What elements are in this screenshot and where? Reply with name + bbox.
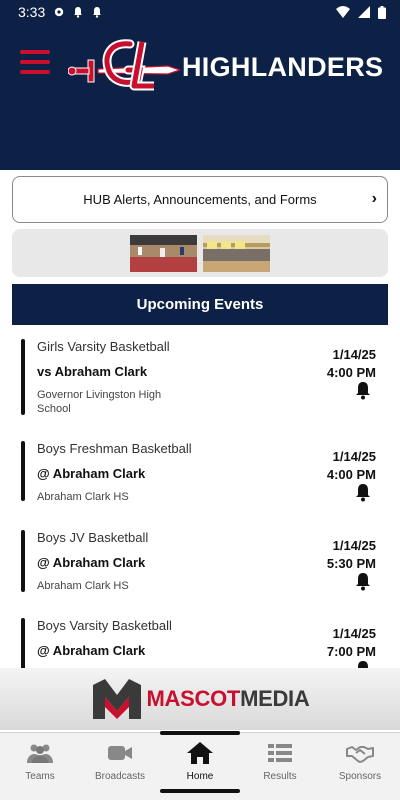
- event-sport: Boys Varsity Basketball: [37, 618, 172, 633]
- event-accent-bar: [21, 339, 25, 415]
- event-location: Governor Livingston High School: [37, 389, 162, 415]
- bell-alert-icon[interactable]: [354, 381, 372, 400]
- event-card[interactable]: Boys Freshman Basketball @ Abraham Clark…: [0, 427, 400, 517]
- bell-alert-icon[interactable]: [354, 572, 372, 591]
- sponsor-name: MASCOTMEDIA: [147, 686, 310, 712]
- notification-bell-icon: [74, 7, 83, 18]
- events-list: Girls Varsity Basketball vs Abraham Clar…: [0, 325, 400, 668]
- sponsor-name-part1: MASCOT: [146, 686, 241, 711]
- sponsor-banner[interactable]: MASCOTMEDIA: [0, 668, 400, 730]
- gesture-handle[interactable]: [160, 789, 240, 793]
- gym-photo-thumbnail[interactable]: [130, 235, 197, 272]
- event-date: 1/14/25: [332, 626, 376, 641]
- nav-sponsors[interactable]: Sponsors: [320, 733, 400, 786]
- event-card[interactable]: Boys JV Basketball @ Abraham Clark Abrah…: [0, 516, 400, 606]
- event-opponent: @ Abraham Clark: [37, 643, 146, 658]
- event-date: 1/14/25: [332, 347, 376, 362]
- hub-alerts-button[interactable]: HUB Alerts, Announcements, and Forms ›: [12, 176, 388, 223]
- nav-label: Sponsors: [338, 771, 382, 782]
- bell-alert-icon[interactable]: [354, 660, 372, 668]
- results-list-icon: [268, 744, 292, 762]
- event-time: 4:00 PM: [326, 467, 376, 482]
- app-title: HIGHLANDERS: [182, 52, 384, 82]
- nav-label: Broadcasts: [94, 771, 146, 782]
- app-header: HIGHLANDERS: [0, 24, 400, 170]
- active-tab-indicator: [160, 731, 240, 735]
- upcoming-events-header: Upcoming Events: [12, 284, 388, 325]
- bell-alert-icon[interactable]: [354, 483, 372, 502]
- settings-gear-icon: [55, 7, 64, 17]
- wifi-icon: [336, 6, 350, 18]
- status-time: 3:33: [18, 4, 46, 20]
- event-accent-bar: [21, 530, 25, 592]
- status-right-icons: [336, 5, 386, 19]
- status-bar: 3:33: [0, 0, 400, 24]
- event-opponent: @ Abraham Clark: [37, 466, 146, 481]
- notification-bell-icon: [93, 7, 102, 18]
- photo-carousel: [12, 229, 388, 277]
- event-time: 5:30 PM: [326, 556, 376, 571]
- nav-label: Home: [186, 771, 214, 782]
- video-camera-icon: [108, 746, 132, 760]
- app-screen: 3:33 HIGHLANDERS HUB Alerts, Announcemen…: [0, 0, 400, 800]
- highlanders-sword-logo: [68, 39, 180, 91]
- event-sport: Boys JV Basketball: [37, 530, 149, 545]
- event-accent-bar: [21, 618, 25, 668]
- event-opponent: @ Abraham Clark: [37, 555, 146, 570]
- nav-teams[interactable]: Teams: [0, 733, 80, 786]
- system-gesture-bar: [0, 786, 400, 800]
- nav-broadcasts[interactable]: Broadcasts: [80, 733, 160, 786]
- event-time: 4:00 PM: [326, 365, 376, 380]
- handshake-icon: [346, 746, 374, 763]
- event-accent-bar: [21, 441, 25, 501]
- upcoming-events-title: Upcoming Events: [136, 296, 264, 313]
- gym-photo-thumbnail[interactable]: [203, 235, 270, 272]
- event-sport: Girls Varsity Basketball: [37, 339, 170, 354]
- battery-icon: [378, 5, 386, 19]
- event-time: 7:00 PM: [326, 644, 376, 659]
- event-location: Abraham Clark HS: [37, 491, 129, 503]
- mascot-media-m-logo: [92, 679, 141, 719]
- teams-icon: [27, 744, 53, 763]
- event-card[interactable]: Boys Varsity Basketball @ Abraham Clark …: [0, 604, 400, 668]
- nav-label: Results: [263, 771, 297, 782]
- event-opponent: vs Abraham Clark: [37, 364, 148, 379]
- event-date: 1/14/25: [332, 538, 376, 553]
- event-location: Abraham Clark HS: [37, 580, 129, 592]
- hub-alerts-label: HUB Alerts, Announcements, and Forms: [83, 192, 317, 207]
- event-card[interactable]: Girls Varsity Basketball vs Abraham Clar…: [0, 325, 400, 425]
- hamburger-menu-icon[interactable]: [20, 50, 50, 74]
- home-icon: [187, 742, 213, 764]
- chevron-right-icon: ›: [371, 190, 377, 207]
- nav-home[interactable]: Home: [160, 733, 240, 786]
- sponsor-name-part2: MEDIA: [240, 686, 310, 711]
- event-date: 1/14/25: [332, 449, 376, 464]
- bottom-navigation: Teams Broadcasts Home Results Sponsors: [0, 731, 400, 786]
- nav-label: Teams: [25, 771, 55, 782]
- cell-signal-icon: [358, 6, 370, 18]
- nav-results[interactable]: Results: [240, 733, 320, 786]
- event-sport: Boys Freshman Basketball: [37, 441, 192, 456]
